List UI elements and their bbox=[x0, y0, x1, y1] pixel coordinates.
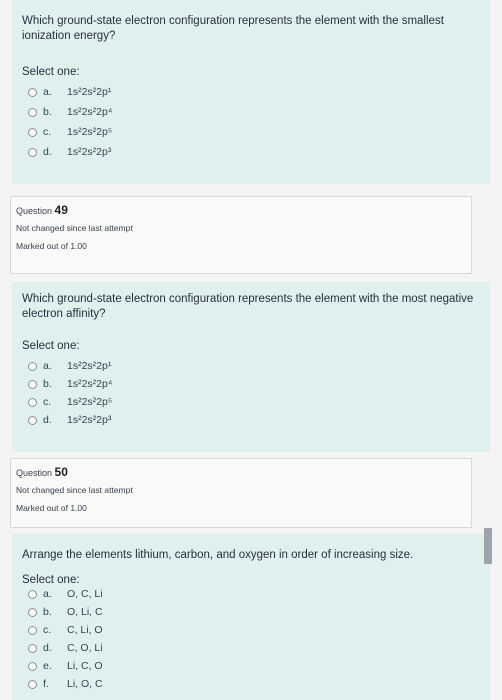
radio-button[interactable] bbox=[28, 379, 37, 389]
question-48-content: Which ground-state electron configuratio… bbox=[12, 0, 490, 184]
option-text: Li, C, O bbox=[67, 660, 103, 672]
option-letter: b. bbox=[43, 378, 52, 390]
radio-button[interactable] bbox=[28, 397, 37, 407]
answer-option-c[interactable]: c. C, Li, O bbox=[28, 622, 103, 638]
answer-option-c[interactable]: c. 1s²2s²2p⁵ bbox=[28, 124, 112, 140]
question-label: Question 49 bbox=[16, 203, 68, 217]
option-letter: b. bbox=[43, 106, 52, 118]
option-text: O, C, Li bbox=[67, 588, 103, 600]
attempt-status: Not changed since last attempt bbox=[16, 485, 133, 495]
option-letter: f. bbox=[43, 678, 49, 690]
answer-option-b[interactable]: b. 1s²2s²2p⁴ bbox=[28, 376, 112, 392]
option-letter: d. bbox=[43, 642, 52, 654]
option-text: 1s²2s²2p⁵ bbox=[67, 126, 113, 138]
radio-button[interactable] bbox=[28, 607, 37, 617]
radio-button[interactable] bbox=[28, 147, 37, 157]
radio-button[interactable] bbox=[28, 415, 37, 425]
answer-option-a[interactable]: a. O, C, Li bbox=[28, 586, 103, 602]
option-letter: c. bbox=[43, 396, 52, 408]
radio-button[interactable] bbox=[28, 661, 37, 671]
answer-option-d[interactable]: d. 1s²2s²2p³ bbox=[28, 412, 111, 428]
marked-out-of: Marked out of 1.00 bbox=[16, 241, 87, 251]
question-number: 50 bbox=[54, 465, 68, 479]
option-text: 1s²2s²2p⁴ bbox=[67, 106, 113, 118]
option-letter: c. bbox=[43, 624, 52, 636]
option-letter: a. bbox=[43, 360, 52, 372]
option-letter: a. bbox=[43, 86, 52, 98]
radio-button[interactable] bbox=[28, 107, 37, 117]
option-text: C, Li, O bbox=[67, 624, 103, 636]
option-text: O, Li, C bbox=[67, 606, 103, 618]
question-label-text: Question bbox=[16, 206, 53, 216]
answer-option-b[interactable]: b. 1s²2s²2p⁴ bbox=[28, 104, 112, 120]
marked-out-of: Marked out of 1.00 bbox=[16, 503, 87, 513]
radio-button[interactable] bbox=[28, 625, 37, 635]
attempt-status: Not changed since last attempt bbox=[16, 223, 133, 233]
answer-option-e[interactable]: e. Li, C, O bbox=[28, 658, 103, 674]
option-letter: d. bbox=[43, 146, 52, 158]
option-letter: e. bbox=[43, 660, 52, 672]
answer-option-d[interactable]: d. C, O, Li bbox=[28, 640, 103, 656]
question-label: Question 50 bbox=[16, 465, 68, 479]
radio-button[interactable] bbox=[28, 127, 37, 137]
question-50-info: Question 50 Not changed since last attem… bbox=[10, 458, 472, 528]
radio-button[interactable] bbox=[28, 589, 37, 599]
answer-option-a[interactable]: a. 1s²2s²2p¹ bbox=[28, 84, 111, 100]
answer-option-a[interactable]: a. 1s²2s²2p¹ bbox=[28, 358, 111, 374]
option-text: 1s²2s²2p³ bbox=[67, 146, 112, 158]
answer-option-c[interactable]: c. 1s²2s²2p⁵ bbox=[28, 394, 112, 410]
question-text: Which ground-state electron configuratio… bbox=[22, 293, 474, 320]
question-49-content: Which ground-state electron configuratio… bbox=[12, 282, 490, 452]
select-one-label: Select one: bbox=[22, 66, 80, 78]
question-label-text: Question bbox=[16, 468, 53, 478]
select-one-label: Select one: bbox=[22, 340, 80, 352]
answer-option-d[interactable]: d. 1s²2s²2p³ bbox=[28, 144, 111, 160]
question-text: Arrange the elements lithium, carbon, an… bbox=[22, 549, 414, 561]
question-number: 49 bbox=[54, 203, 68, 217]
option-letter: c. bbox=[43, 126, 52, 138]
radio-button[interactable] bbox=[28, 361, 37, 371]
option-letter: a. bbox=[43, 588, 52, 600]
option-text: 1s²2s²2p⁴ bbox=[67, 378, 113, 390]
question-49-info: Question 49 Not changed since last attem… bbox=[10, 196, 472, 274]
answer-option-f[interactable]: f. Li, O, C bbox=[28, 676, 103, 692]
radio-button[interactable] bbox=[28, 643, 37, 653]
scrollbar-thumb[interactable] bbox=[484, 528, 492, 564]
radio-button[interactable] bbox=[28, 87, 37, 97]
answer-option-b[interactable]: b. O, Li, C bbox=[28, 604, 103, 620]
option-letter: b. bbox=[43, 606, 52, 618]
option-letter: d. bbox=[43, 414, 52, 426]
option-text: 1s²2s²2p³ bbox=[67, 414, 112, 426]
option-text: C, O, Li bbox=[67, 642, 103, 654]
question-50-content: Arrange the elements lithium, carbon, an… bbox=[12, 534, 490, 700]
option-text: 1s²2s²2p⁵ bbox=[67, 396, 113, 408]
radio-button[interactable] bbox=[28, 679, 37, 689]
option-text: Li, O, C bbox=[67, 678, 103, 690]
select-one-label: Select one: bbox=[22, 574, 80, 586]
option-text: 1s²2s²2p¹ bbox=[67, 360, 112, 372]
option-text: 1s²2s²2p¹ bbox=[67, 86, 112, 98]
question-text: Which ground-state electron configuratio… bbox=[22, 15, 444, 42]
